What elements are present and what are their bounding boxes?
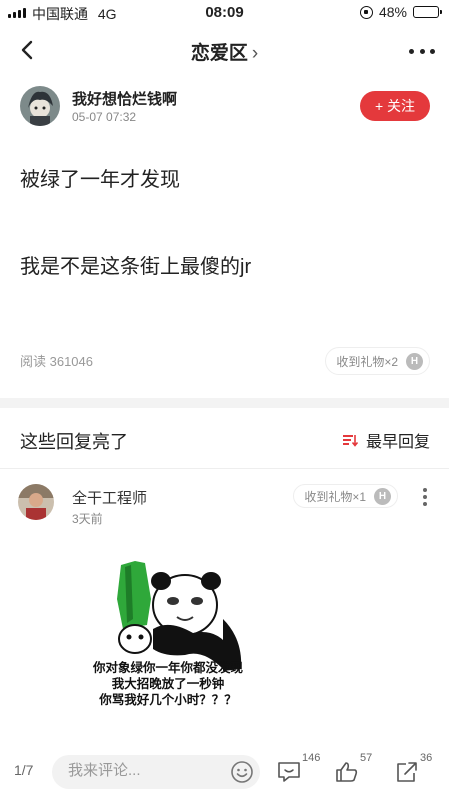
avatar[interactable] xyxy=(20,86,60,126)
share-icon xyxy=(397,762,417,782)
more-icon xyxy=(409,48,414,54)
replies-title: 这些回复亮了 xyxy=(20,432,128,452)
forum-title[interactable]: 恋爱区 › xyxy=(0,38,449,65)
comment-input[interactable] xyxy=(68,762,218,779)
bottom-bar: 1/7 146 57 36 xyxy=(0,746,449,800)
post-text-line: 被绿了一年才发现 xyxy=(20,169,180,191)
sort-label: 最早回复 xyxy=(365,434,430,451)
status-right: 48% xyxy=(359,4,442,20)
post-meta: 阅读 361046 收到礼物×2 H xyxy=(20,347,430,375)
nav-bar: 恋爱区 › xyxy=(0,28,449,74)
post-author: 我好想恰烂钱啊 05-07 07:32 + 关注 xyxy=(20,86,430,128)
chevron-right-icon: › xyxy=(251,43,259,64)
meme-caption-line: 你对象绿你一年你都没发现 xyxy=(92,661,243,675)
comment-icon xyxy=(278,762,300,782)
comment-time: 3天前 xyxy=(72,512,103,526)
status-bar: 中国联通 4G 08:09 48% xyxy=(0,0,449,26)
share-count: 36 xyxy=(420,752,433,764)
follow-button[interactable]: + 关注 xyxy=(360,91,430,121)
gift-badge-icon: H xyxy=(406,352,423,370)
meme-image[interactable]: 你对象绿你一年你都没发现 我大招晚放了一秒钟 你骂我好几个小时？？？ xyxy=(73,559,263,719)
comment-author-name[interactable]: 全干工程师 xyxy=(72,487,147,508)
comment-item: 全干工程师 3天前 收到礼物×1 H 你对象绿你一年你都没发现 我大招晚放了一秒… xyxy=(18,484,432,744)
emoji-icon[interactable] xyxy=(230,760,254,784)
forum-title-text: 恋爱区 xyxy=(190,43,248,64)
gift-badge-icon: H xyxy=(374,487,391,505)
battery-icon xyxy=(413,6,442,18)
author-name[interactable]: 我好想恰烂钱啊 xyxy=(72,88,177,109)
comment-input-box[interactable] xyxy=(52,755,260,789)
comment-more-button[interactable] xyxy=(422,488,428,506)
comment-count: 146 xyxy=(302,752,321,764)
more-button[interactable] xyxy=(409,38,435,64)
read-count: 阅读 361046 xyxy=(20,354,93,369)
gift-button[interactable]: 收到礼物×1 H xyxy=(293,484,398,508)
comment-action-button[interactable]: 146 xyxy=(276,752,320,790)
gift-count: 收到礼物×1 xyxy=(304,489,366,504)
kebab-icon xyxy=(423,488,427,492)
gift-count: 收到礼物×2 xyxy=(336,354,398,369)
avatar[interactable] xyxy=(18,484,54,520)
replies-header: 这些回复亮了 最早回复 xyxy=(20,418,430,458)
gift-button[interactable]: 收到礼物×2 H xyxy=(325,347,430,375)
divider xyxy=(0,468,449,469)
post-text-line: 我是不是这条街上最傻的jr xyxy=(20,256,252,278)
page-indicator[interactable]: 1/7 xyxy=(14,762,33,778)
section-divider xyxy=(0,398,449,408)
rotation-lock-icon xyxy=(359,5,373,19)
share-button[interactable]: 36 xyxy=(394,752,434,790)
sort-button[interactable]: 最早回复 xyxy=(342,428,430,452)
sort-icon xyxy=(342,435,358,447)
post-date: 05-07 07:32 xyxy=(72,110,137,124)
like-button[interactable]: 57 xyxy=(334,752,374,790)
battery-percent: 48% xyxy=(378,4,407,20)
like-icon xyxy=(336,762,358,782)
meme-caption-line: 你骂我好几个小时？？？ xyxy=(99,693,237,707)
like-count: 57 xyxy=(360,752,373,764)
meme-caption-line: 我大招晚放了一秒钟 xyxy=(111,677,225,691)
